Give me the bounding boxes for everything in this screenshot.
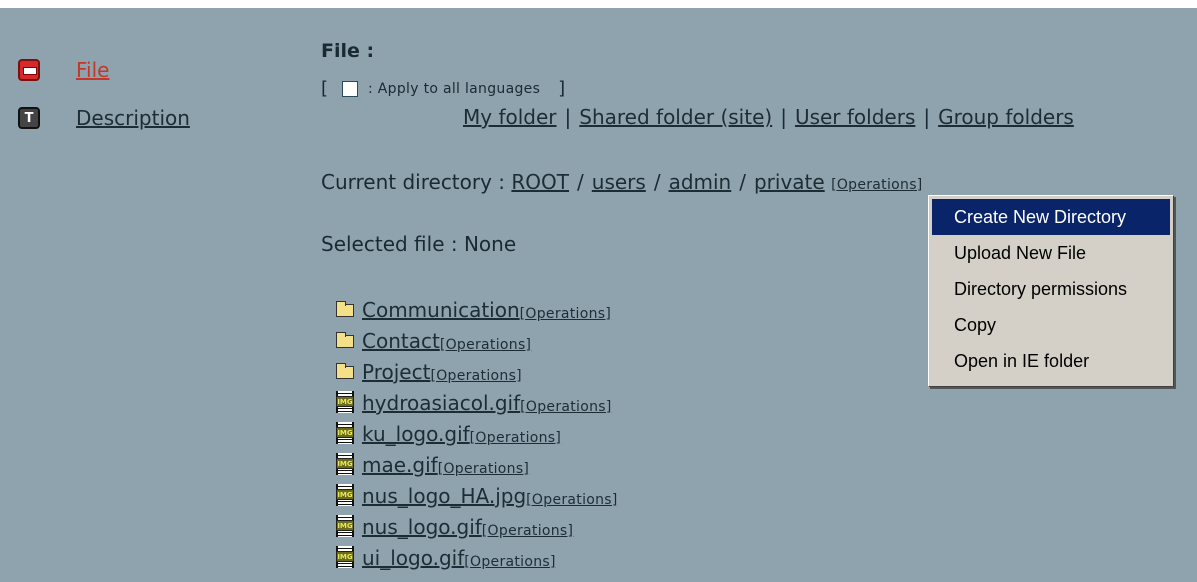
file-link[interactable]: ku_logo.gif [362,422,470,446]
separator: | [923,105,931,129]
apply-all-languages-checkbox[interactable] [342,80,359,97]
path-separator: / [653,170,661,194]
file-operations-link[interactable]: [Operations] [470,430,562,446]
menu-item-open-in-ie-folder[interactable]: Open in IE folder [932,343,1170,379]
menu-item-upload-new-file[interactable]: Upload New File [932,235,1170,271]
image-file-icon-label: IMG [336,520,354,531]
file-list-item: IMG ui_logo.gif [Operations] [336,539,618,570]
image-file-icon-label: IMG [336,458,354,469]
file-list-item: IMG ku_logo.gif [Operations] [336,415,618,446]
my-folder-link[interactable]: My folder [463,105,557,129]
apply-all-languages-label: : Apply to all languages [368,80,541,97]
group-folders-link[interactable]: Group folders [938,105,1074,129]
file-list-item: Project [Operations] [336,353,618,384]
nav-label-file[interactable]: File [76,58,109,82]
image-file-icon: IMG [336,391,354,413]
menu-item-create-new-directory[interactable]: Create New Directory [932,199,1170,235]
folder-icon [336,363,354,379]
file-link[interactable]: hydroasiacol.gif [362,391,520,415]
shared-folder-link[interactable]: Shared folder (site) [579,105,772,129]
directory-operations-link[interactable]: [Operations] [831,177,923,193]
nav-item-description[interactable]: T Description [18,104,190,132]
path-root-link[interactable]: ROOT [511,170,569,194]
separator: | [780,105,787,129]
image-file-icon: IMG [336,422,354,444]
file-operations-link[interactable]: [Operations] [438,461,530,477]
file-link[interactable]: nus_logo_HA.jpg [362,484,526,508]
path-separator: / [577,170,584,194]
file-list-item: Communication [Operations] [336,291,618,322]
separator: | [564,105,572,129]
file-link[interactable]: nus_logo.gif [362,515,482,539]
image-file-icon: IMG [336,453,354,475]
menu-item-copy[interactable]: Copy [932,307,1170,343]
path-admin-link[interactable]: admin [669,170,732,194]
operations-context-menu: Create New Directory Upload New File Direc… [928,195,1174,387]
file-list-item: IMG mae.gif [Operations] [336,446,618,477]
menu-item-directory-permissions[interactable]: Directory permissions [932,271,1170,307]
image-file-icon: IMG [336,515,354,537]
current-directory-label: Current directory : [321,170,506,194]
file-operations-link[interactable]: [Operations] [430,368,522,384]
file-list-item: Contact [Operations] [336,322,618,353]
bracket-close: ] [558,78,566,99]
image-file-icon-label: IMG [336,427,354,438]
file-operations-link[interactable]: [Operations] [526,492,618,508]
file-operations-link[interactable]: [Operations] [482,523,574,539]
path-separator: / [739,170,746,194]
file-operations-link[interactable]: [Operations] [520,306,612,322]
user-folders-link[interactable]: User folders [795,105,915,129]
bracket-open: [ [321,78,329,99]
image-file-icon-label: IMG [336,551,354,562]
selected-file: Selected file : None [321,232,517,256]
text-t-icon: T [18,107,40,129]
file-operations-link[interactable]: [Operations] [520,399,612,415]
path-private-link[interactable]: private [754,170,825,194]
current-directory: Current directory : ROOT / users / admin / pri… [321,170,923,194]
image-file-icon-label: IMG [336,396,354,407]
file-list: Communication [Operations] Contact [Operati… [336,291,618,570]
folder-links: My folder | Shared folder (site) | User fold… [463,105,1074,129]
image-file-icon-label: IMG [336,489,354,500]
folder-icon [336,301,354,317]
file-list-item: IMG nus_logo_HA.jpg [Operations] [336,477,618,508]
image-file-icon: IMG [336,484,354,506]
folder-link[interactable]: Project [362,360,430,384]
page-title: File : [321,40,375,62]
folder-link[interactable]: Contact [362,329,440,353]
file-list-item: IMG hydroasiacol.gif [Operations] [336,384,618,415]
path-users-link[interactable]: users [592,170,646,194]
nav-label-description[interactable]: Description [76,106,190,130]
main-panel: File T Description File : [ : Apply to a… [0,8,1197,582]
folder-icon [336,332,354,348]
image-file-icon: IMG [336,546,354,568]
file-link[interactable]: ui_logo.gif [362,546,464,570]
nav-item-file[interactable]: File [18,56,109,84]
folder-link[interactable]: Communication [362,298,520,322]
file-operations-link[interactable]: [Operations] [464,554,556,570]
file-list-item: IMG nus_logo.gif [Operations] [336,508,618,539]
file-operations-link[interactable]: [Operations] [440,337,532,353]
file-tab-icon [18,59,40,81]
apply-all-languages-row: [ : Apply to all languages ] [321,78,565,99]
file-link[interactable]: mae.gif [362,453,438,477]
